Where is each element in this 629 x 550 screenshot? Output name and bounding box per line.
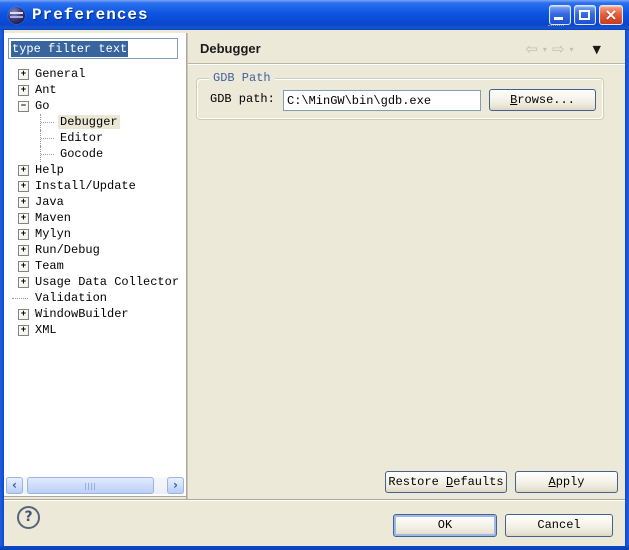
window-controls — [549, 5, 629, 25]
minimize-icon — [554, 17, 563, 20]
forward-dropdown-icon[interactable] — [570, 45, 574, 54]
ok-button[interactable]: OK — [393, 514, 497, 537]
expander-plus-icon[interactable] — [18, 85, 29, 96]
tree-connector — [40, 146, 55, 162]
tree-item-maven[interactable]: Maven — [4, 210, 185, 226]
expander-plus-icon[interactable] — [18, 325, 29, 336]
maximize-icon — [579, 10, 590, 20]
view-menu-icon[interactable] — [593, 43, 601, 56]
browse-button[interactable]: Browse... — [489, 89, 596, 111]
expander-plus-icon[interactable] — [18, 181, 29, 192]
tree-panel: type filter text General Ant Go Debugger… — [4, 33, 186, 497]
page-navigation — [525, 42, 601, 56]
expander-plus-icon[interactable] — [18, 69, 29, 80]
expander-plus-icon[interactable] — [18, 197, 29, 208]
tree-horizontal-scrollbar[interactable] — [6, 477, 184, 494]
page-panel: Debugger GDB Path GDB path: Browse... Re… — [188, 33, 625, 499]
tree-item-editor[interactable]: Editor — [4, 130, 185, 146]
help-icon[interactable]: ? — [17, 506, 40, 529]
expander-plus-icon[interactable] — [18, 277, 29, 288]
maximize-button[interactable] — [574, 5, 596, 25]
tree-item-debugger[interactable]: Debugger — [4, 114, 185, 130]
tree-item-java[interactable]: Java — [4, 194, 185, 210]
gdb-path-input[interactable] — [283, 90, 481, 111]
minimize-button[interactable] — [549, 5, 571, 25]
preferences-tree: General Ant Go Debugger Editor Gocode He… — [4, 66, 185, 338]
cancel-button[interactable]: Cancel — [505, 514, 613, 537]
expander-plus-icon[interactable] — [18, 165, 29, 176]
tree-item-validation[interactable]: Validation — [4, 290, 185, 306]
back-icon[interactable] — [525, 42, 538, 56]
expander-plus-icon[interactable] — [18, 213, 29, 224]
window-title: Preferences — [32, 6, 149, 24]
tree-item-usage-data-collector[interactable]: Usage Data Collector — [4, 274, 185, 290]
tree-item-mylyn[interactable]: Mylyn — [4, 226, 185, 242]
tree-item-team[interactable]: Team — [4, 258, 185, 274]
expander-plus-icon[interactable] — [18, 245, 29, 256]
forward-icon[interactable] — [552, 42, 565, 56]
group-title: GDB Path — [209, 71, 275, 85]
tree-item-ant[interactable]: Ant — [4, 82, 185, 98]
tree-connector — [40, 114, 55, 130]
gdb-path-group: GDB Path GDB path: Browse... — [196, 78, 604, 120]
preferences-dialog: Preferences type filter text General Ant… — [0, 0, 629, 550]
tree-item-help[interactable]: Help — [4, 162, 185, 178]
filter-input[interactable]: type filter text — [8, 38, 178, 59]
tree-item-xml[interactable]: XML — [4, 322, 185, 338]
page-title: Debugger — [200, 41, 261, 56]
scroll-left-icon[interactable] — [6, 477, 23, 494]
gdb-path-label: GDB path: — [210, 92, 275, 106]
tree-item-run-debug[interactable]: Run/Debug — [4, 242, 185, 258]
restore-defaults-button[interactable]: Restore Defaults — [385, 471, 507, 493]
tree-item-gocode[interactable]: Gocode — [4, 146, 185, 162]
expander-plus-icon[interactable] — [18, 229, 29, 240]
tree-item-general[interactable]: General — [4, 66, 185, 82]
expander-minus-icon[interactable] — [18, 101, 29, 112]
eclipse-icon — [8, 7, 25, 24]
scroll-right-icon[interactable] — [167, 477, 184, 494]
window-border-bottom — [0, 546, 629, 550]
apply-button[interactable]: Apply — [515, 471, 618, 493]
tree-item-go[interactable]: Go — [4, 98, 185, 114]
expander-plus-icon[interactable] — [18, 261, 29, 272]
scrollbar-thumb[interactable] — [27, 477, 154, 494]
expander-plus-icon[interactable] — [18, 309, 29, 320]
dialog-body: type filter text General Ant Go Debugger… — [4, 30, 625, 546]
tree-item-windowbuilder[interactable]: WindowBuilder — [4, 306, 185, 322]
filter-text-selected: type filter text — [11, 41, 128, 57]
close-button[interactable] — [599, 5, 623, 25]
title-bar[interactable]: Preferences — [0, 0, 629, 30]
header-divider — [188, 63, 625, 65]
tree-connector — [18, 290, 29, 306]
scrollbar-track[interactable] — [23, 477, 167, 494]
window-border-right — [625, 30, 629, 550]
tree-item-install-update[interactable]: Install/Update — [4, 178, 185, 194]
back-dropdown-icon[interactable] — [543, 45, 547, 54]
tree-connector — [40, 130, 55, 146]
scrollbar-grip-icon — [85, 483, 97, 490]
button-bar: ? OK Cancel — [4, 501, 625, 546]
